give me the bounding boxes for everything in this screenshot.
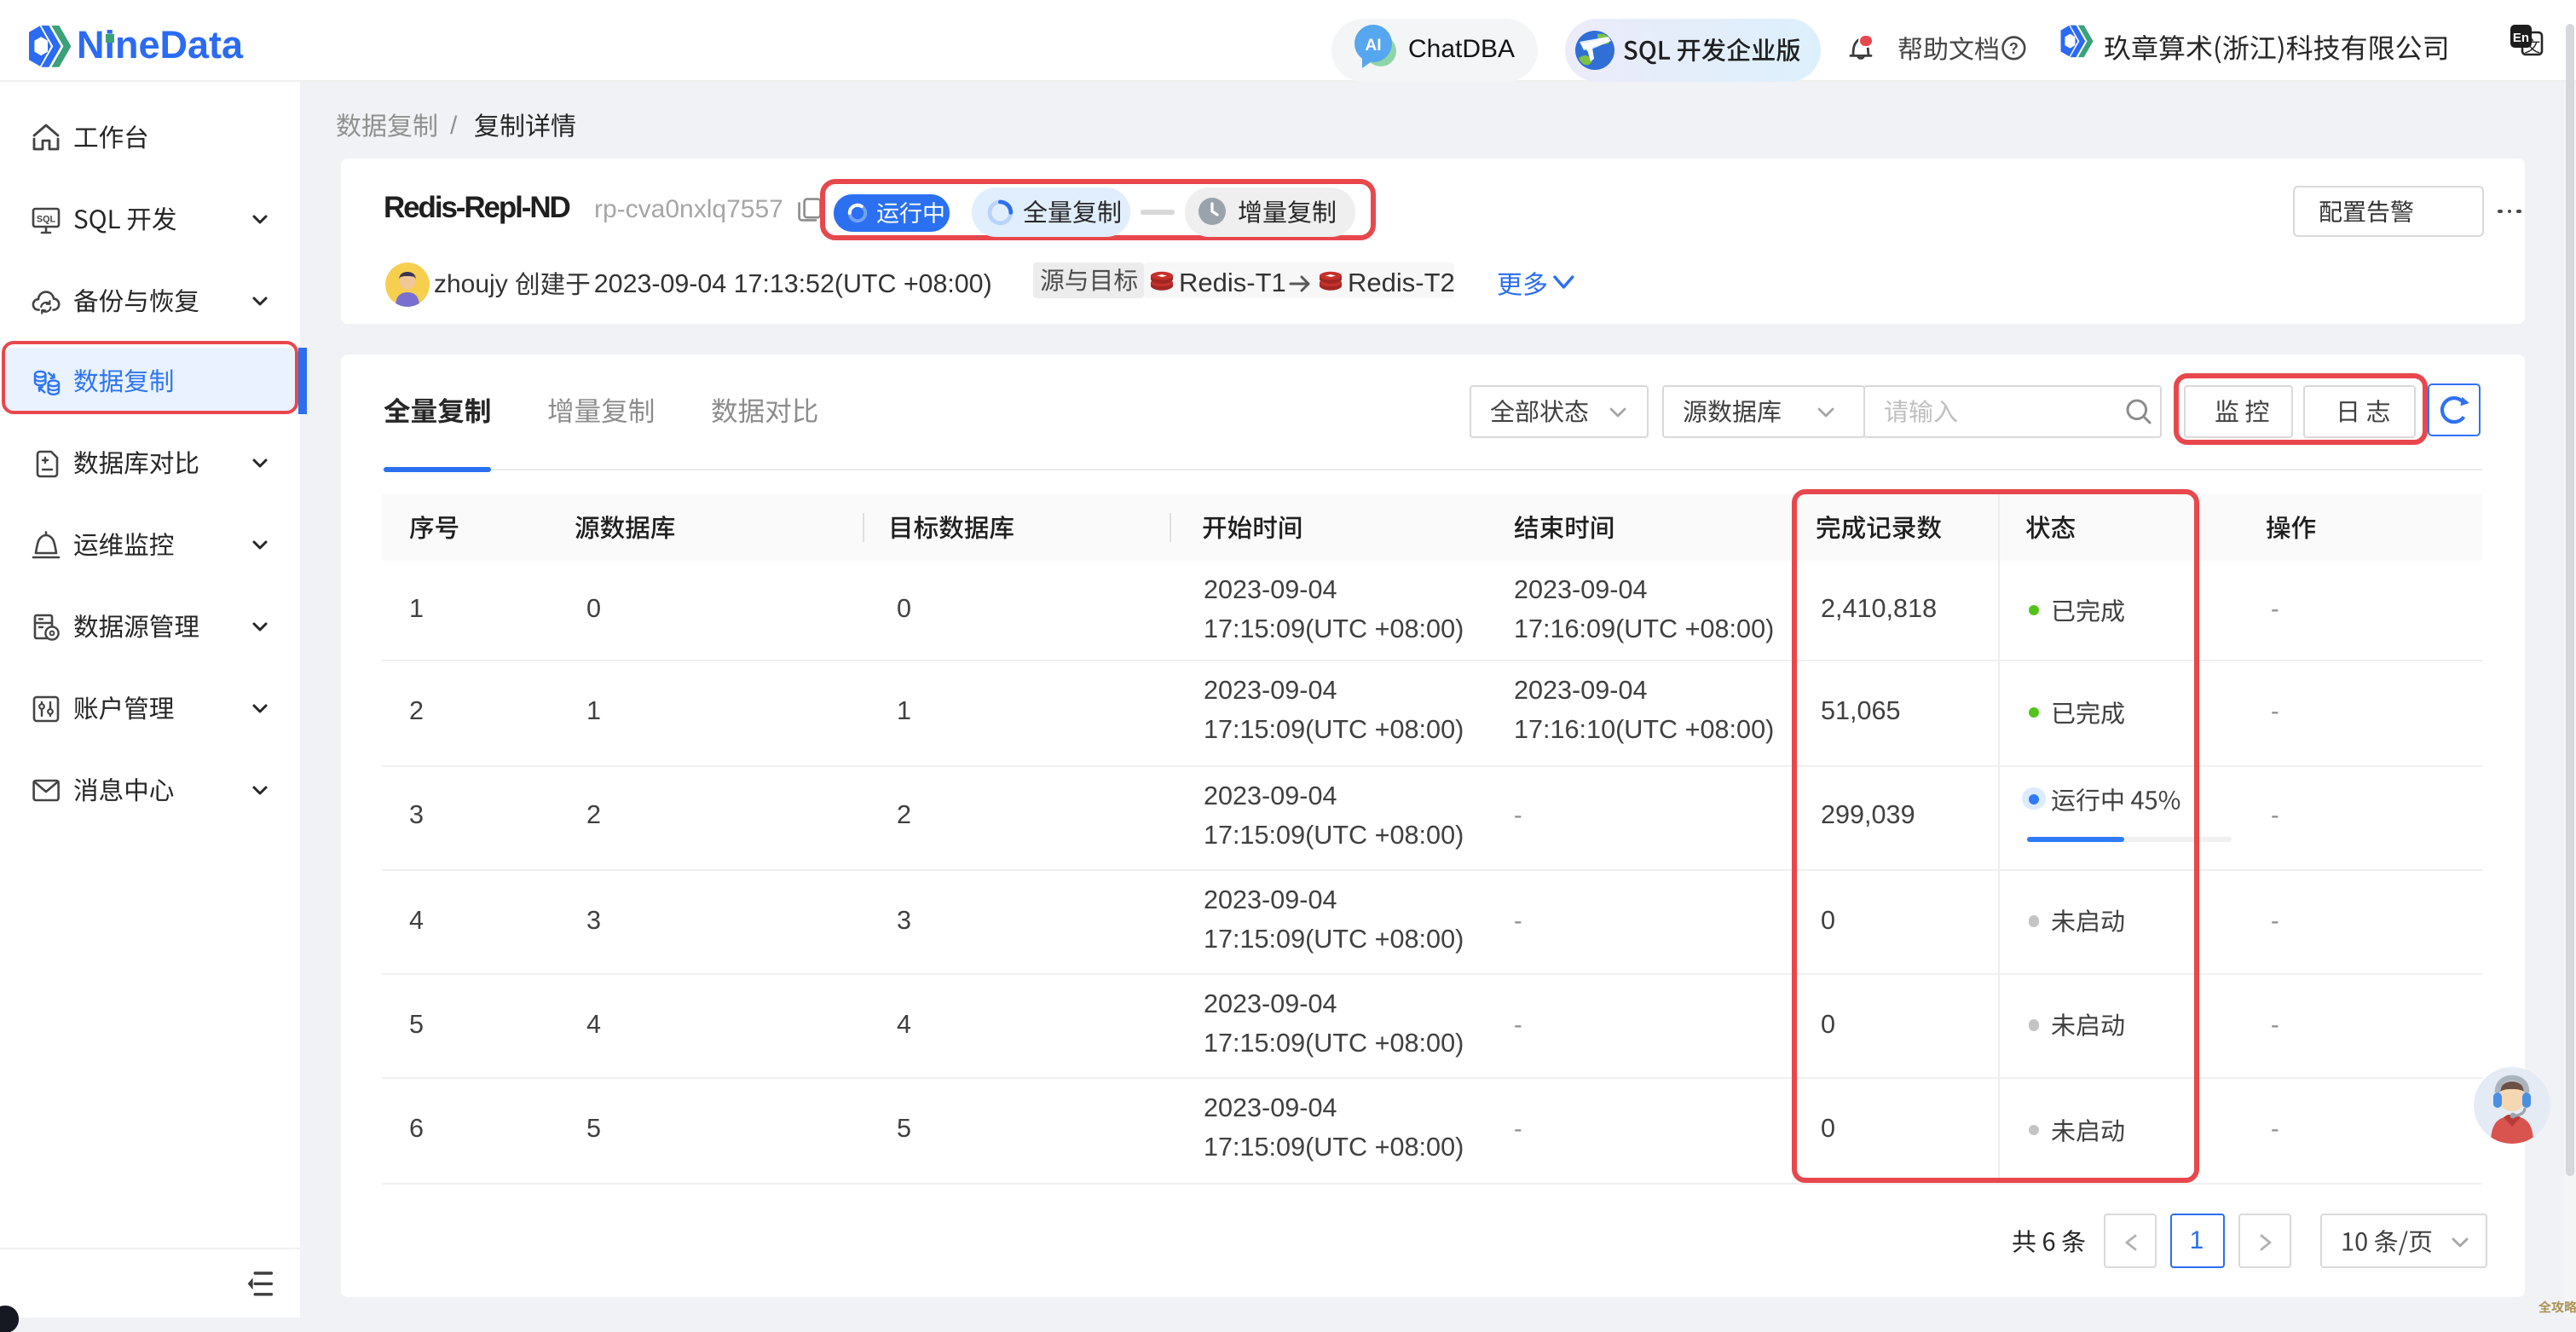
- svg-text:AI: AI: [1366, 37, 1382, 55]
- svg-text:?: ?: [2008, 40, 2018, 57]
- svg-text:En: En: [2513, 31, 2529, 45]
- svg-text:SQL: SQL: [37, 214, 56, 224]
